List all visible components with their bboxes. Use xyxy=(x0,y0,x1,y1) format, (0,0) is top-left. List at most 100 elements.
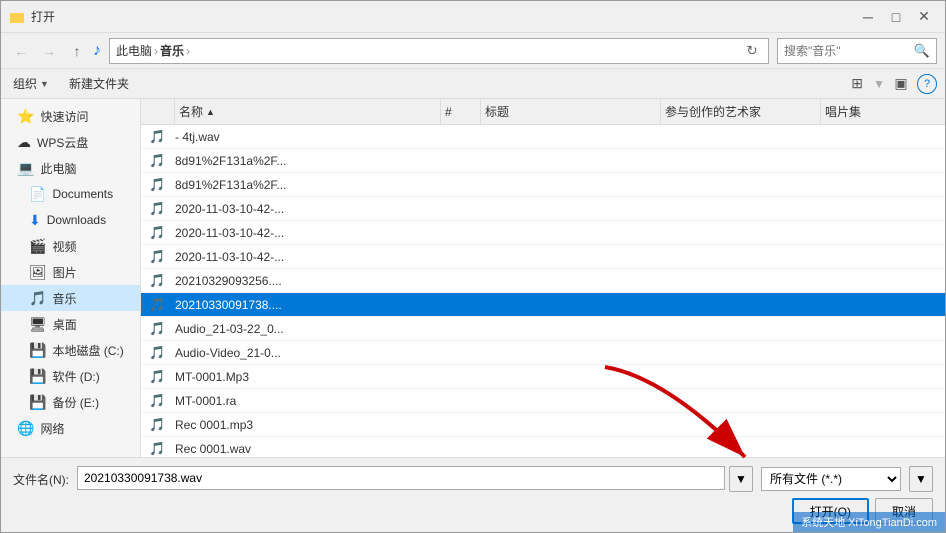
sidebar-item-videos[interactable]: 🎬 视频 xyxy=(1,233,140,259)
help-button[interactable]: ? xyxy=(917,74,937,94)
file-row[interactable]: 🎵 - 4tj.wav xyxy=(141,125,945,149)
file-row[interactable]: 🎵 8d91%2F131a%2F... xyxy=(141,173,945,197)
downloads-icon: ⬇ xyxy=(29,212,41,229)
watermark: 系统天地 XiTongTianDi.com xyxy=(793,512,945,532)
file-name: Rec 0001.mp3 xyxy=(175,418,441,432)
wps-cloud-icon: ☁ xyxy=(17,134,31,151)
file-row[interactable]: 🎵 2020-11-03-10-42-... xyxy=(141,197,945,221)
file-name: 2020-11-03-10-42-... xyxy=(175,202,441,216)
file-icon: 🎵 xyxy=(145,369,175,385)
search-bar[interactable]: 🔍 xyxy=(777,38,937,64)
file-row[interactable]: 🎵 2020-11-03-10-42-... xyxy=(141,245,945,269)
album-col-header[interactable]: 唱片集 xyxy=(821,99,941,124)
file-area: 名称 ▲ # 标题 参与创作的艺术家 唱片集 🎵 - xyxy=(141,99,945,457)
sidebar-item-pictures[interactable]: 🖼 图片 xyxy=(1,259,140,285)
file-name: 20210329093256.... xyxy=(175,274,441,288)
action-toolbar: 组织 ▼ 新建文件夹 ⊞ ▼ ▣ ? xyxy=(1,69,945,99)
organize-button[interactable]: 组织 ▼ xyxy=(9,73,53,95)
path-separator-2: › xyxy=(186,44,190,58)
filename-dropdown-button[interactable]: ▼ xyxy=(729,466,753,492)
back-button[interactable]: ← xyxy=(9,39,33,63)
filename-input-wrap: ▼ xyxy=(77,466,753,492)
file-name: 8d91%2F131a%2F... xyxy=(175,178,441,192)
pictures-icon: 🖼 xyxy=(29,264,47,281)
file-icon: 🎵 xyxy=(145,201,175,217)
file-row[interactable]: 🎵 2020-11-03-10-42-... xyxy=(141,221,945,245)
preview-button[interactable]: ▣ xyxy=(889,73,913,95)
folder-icon xyxy=(9,9,25,25)
filename-input[interactable] xyxy=(77,466,725,490)
filetype-select[interactable]: 所有文件 (*.*) xyxy=(761,467,901,491)
file-row[interactable]: 🎵 8d91%2F131a%2F... xyxy=(141,149,945,173)
sidebar-item-desktop[interactable]: 🖥 桌面 xyxy=(1,311,140,337)
file-row[interactable]: 🎵 20210329093256.... xyxy=(141,269,945,293)
file-row[interactable]: 🎵 20210330091738.... xyxy=(141,293,945,317)
forward-button[interactable]: → xyxy=(37,39,61,63)
album-col-label: 唱片集 xyxy=(825,103,861,120)
file-row[interactable]: 🎵 MT-0001.Mp3 xyxy=(141,365,945,389)
filetype-dropdown-button[interactable]: ▼ xyxy=(909,466,933,492)
organize-arrow: ▼ xyxy=(40,79,49,89)
file-open-dialog: 打开 ─ □ ✕ ← → ↑ ♪ 此电脑 › 音乐 › ↻ 🔍 xyxy=(0,0,946,533)
path-part-pc[interactable]: 此电脑 xyxy=(116,42,152,59)
sidebar-item-music[interactable]: 🎵 音乐 xyxy=(1,285,140,311)
sidebar: ⭐ 快速访问 ☁ WPS云盘 💻 此电脑 📄 Documents ⬇ Downl… xyxy=(1,99,141,457)
sidebar-item-software-d[interactable]: 💾 软件 (D:) xyxy=(1,363,140,389)
videos-label: 视频 xyxy=(52,238,76,255)
artist-col-header[interactable]: 参与创作的艺术家 xyxy=(661,99,821,124)
title-col-header[interactable]: 标题 xyxy=(481,99,661,124)
sidebar-item-this-pc[interactable]: 💻 此电脑 xyxy=(1,155,140,181)
videos-icon: 🎬 xyxy=(29,238,46,255)
wps-cloud-label: WPS云盘 xyxy=(37,134,88,151)
new-folder-button[interactable]: 新建文件夹 xyxy=(65,73,133,95)
file-icon: 🎵 xyxy=(145,225,175,241)
file-icon: 🎵 xyxy=(145,345,175,361)
address-path: 此电脑 › 音乐 › xyxy=(116,42,738,59)
watermark-url: XiTongTianDi.com xyxy=(848,517,937,529)
sidebar-item-quick-access[interactable]: ⭐ 快速访问 xyxy=(1,103,140,129)
close-button[interactable]: ✕ xyxy=(911,7,937,27)
quick-access-label: 快速访问 xyxy=(40,108,88,125)
file-row[interactable]: 🎵 Rec 0001.wav xyxy=(141,437,945,457)
maximize-button[interactable]: □ xyxy=(883,7,909,27)
file-row[interactable]: 🎵 Audio-Video_21-0... xyxy=(141,341,945,365)
address-bar[interactable]: 此电脑 › 音乐 › ↻ xyxy=(109,38,769,64)
sidebar-item-network[interactable]: 🌐 网络 xyxy=(1,415,140,441)
file-name: Rec 0001.wav xyxy=(175,442,441,456)
file-row[interactable]: 🎵 MT-0001.ra xyxy=(141,389,945,413)
title-bar: 打开 ─ □ ✕ xyxy=(1,1,945,33)
sidebar-item-wps-cloud[interactable]: ☁ WPS云盘 xyxy=(1,129,140,155)
file-icon: 🎵 xyxy=(145,153,175,169)
this-pc-label: 此电脑 xyxy=(40,160,76,177)
up-button[interactable]: ↑ xyxy=(65,39,89,63)
path-part-music[interactable]: 音乐 xyxy=(160,42,184,59)
refresh-button[interactable]: ↻ xyxy=(742,41,762,61)
artist-col-label: 参与创作的艺术家 xyxy=(665,103,761,120)
file-row[interactable]: 🎵 Audio_21-03-22_0... xyxy=(141,317,945,341)
title-col-label: 标题 xyxy=(485,103,509,120)
file-icon: 🎵 xyxy=(145,249,175,265)
downloads-label: Downloads xyxy=(47,213,106,227)
file-icon: 🎵 xyxy=(145,129,175,145)
file-name: 2020-11-03-10-42-... xyxy=(175,250,441,264)
sidebar-item-local-disk-c[interactable]: 💾 本地磁盘 (C:) xyxy=(1,337,140,363)
file-icon: 🎵 xyxy=(145,393,175,409)
sidebar-item-documents[interactable]: 📄 Documents xyxy=(1,181,140,207)
num-col-label: # xyxy=(445,105,452,119)
filename-row: 文件名(N): ▼ 所有文件 (*.*) ▼ xyxy=(13,466,933,492)
num-col-header[interactable]: # xyxy=(441,99,481,124)
file-name: - 4tj.wav xyxy=(175,130,441,144)
sidebar-item-downloads[interactable]: ⬇ Downloads xyxy=(1,207,140,233)
search-input[interactable] xyxy=(784,44,910,58)
sidebar-item-backup-e[interactable]: 💾 备份 (E:) xyxy=(1,389,140,415)
file-name: Audio_21-03-22_0... xyxy=(175,322,441,336)
view-toggle-button[interactable]: ⊞ xyxy=(845,73,869,95)
file-icon: 🎵 xyxy=(145,273,175,289)
music-label: 音乐 xyxy=(52,290,76,307)
local-disk-c-label: 本地磁盘 (C:) xyxy=(52,342,123,359)
name-col-header[interactable]: 名称 ▲ xyxy=(175,99,441,124)
location-music-icon: ♪ xyxy=(93,42,101,60)
file-name: Audio-Video_21-0... xyxy=(175,346,441,360)
file-row[interactable]: 🎵 Rec 0001.mp3 xyxy=(141,413,945,437)
minimize-button[interactable]: ─ xyxy=(855,7,881,27)
